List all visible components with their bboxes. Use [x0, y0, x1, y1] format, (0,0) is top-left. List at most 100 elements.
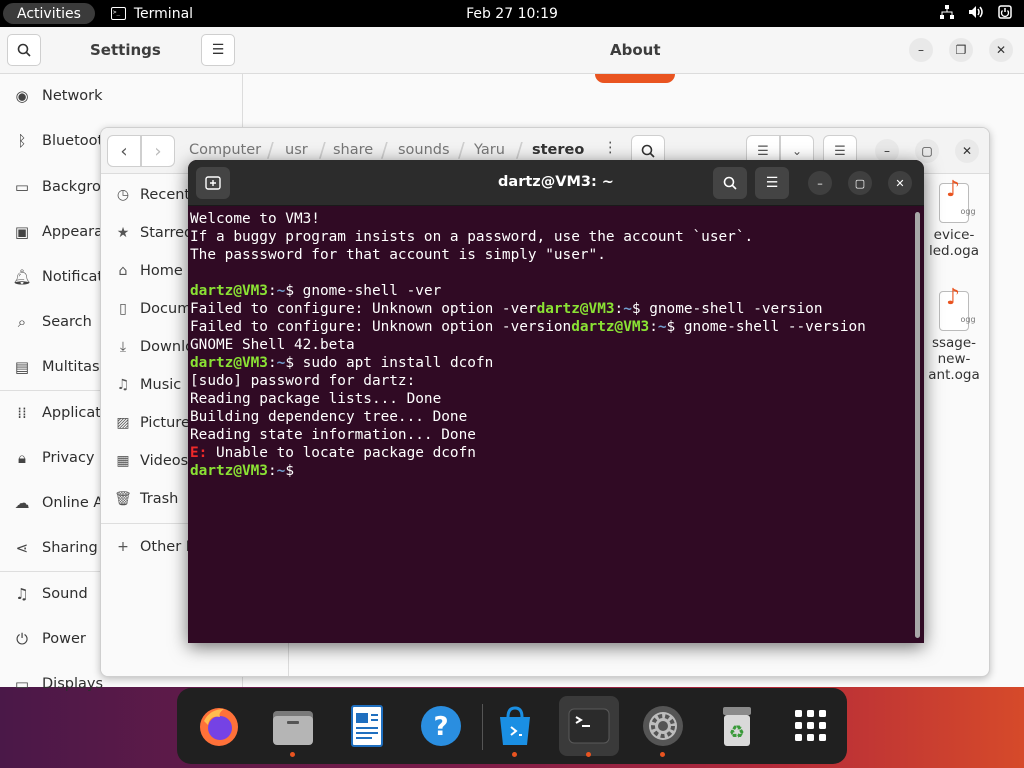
app-menu[interactable]: >_ Terminal: [110, 5, 194, 22]
bell-icon: 🔔︎: [12, 268, 32, 286]
music-note-icon: ♫: [15, 585, 29, 603]
display-icon: ▭: [14, 675, 30, 693]
breadcrumb-separator: /: [516, 138, 523, 162]
running-indicator: [586, 752, 591, 757]
terminal-search-button[interactable]: [713, 167, 747, 199]
appearance-icon: ▣: [14, 223, 30, 241]
dock-software[interactable]: [485, 696, 545, 757]
dock-show-apps[interactable]: [781, 696, 841, 756]
file-name: ssage-: [931, 335, 977, 351]
network-icon: ◉: [15, 87, 29, 105]
running-indicator: [512, 752, 517, 757]
star-icon: ★: [116, 225, 130, 241]
svg-text:♻: ♻: [729, 722, 745, 743]
terminal-line: dartz@VM3:~$ sudo apt install dcofn: [190, 355, 494, 371]
prompt-user: dartz@VM3: [536, 301, 615, 317]
chevron-right-icon: ›: [154, 140, 162, 162]
breadcrumb-sounds[interactable]: sounds: [398, 142, 450, 158]
terminal-minimize-button[interactable]: –: [808, 171, 832, 195]
terminal-icon: [568, 708, 610, 744]
terminal-close-button[interactable]: ✕: [888, 171, 912, 195]
breadcrumb-separator: /: [458, 138, 465, 162]
terminal-header: dartz@VM3: ~ ☰ – ▢ ✕: [188, 160, 924, 206]
dock-writer[interactable]: [337, 696, 397, 756]
power-icon: ⏻: [16, 630, 28, 648]
close-icon: ✕: [995, 43, 1007, 57]
breadcrumb-share[interactable]: share: [333, 142, 373, 158]
software-icon: [500, 706, 530, 745]
maximize-button[interactable]: ❐: [949, 38, 973, 62]
terminal-output[interactable]: Welcome to VM3! If a buggy program insist…: [190, 210, 912, 643]
prompt-path: ~: [276, 355, 286, 371]
terminal-line: [sudo] password for dartz:: [190, 373, 416, 389]
hamburger-icon: ☰: [211, 42, 225, 58]
prompt-user: dartz@VM3: [571, 319, 650, 335]
dock-firefox[interactable]: [189, 696, 249, 756]
dock-terminal[interactable]: [559, 696, 619, 757]
error-tag: E:: [190, 445, 208, 461]
search-button[interactable]: [7, 34, 41, 66]
cloud-icon: ☁: [14, 494, 30, 512]
power-icon: [998, 4, 1012, 23]
dock: ? ♻: [177, 688, 847, 764]
terminal-line: Building dependency tree... Done: [190, 409, 468, 425]
minimize-button[interactable]: –: [909, 38, 933, 62]
terminal-line: If a buggy program insists on a password…: [190, 229, 754, 245]
settings-icon: [643, 706, 683, 746]
prompt-path: ~: [623, 301, 632, 317]
files-icon: [273, 711, 313, 745]
prompt-path: ~: [657, 319, 667, 335]
dock-trash[interactable]: ♻: [707, 696, 767, 756]
terminal-maximize-button[interactable]: ▢: [848, 171, 872, 195]
firefox-icon: [200, 708, 238, 746]
search-icon: [641, 144, 655, 158]
prompt-user: dartz@VM3: [190, 355, 268, 371]
breadcrumb-computer[interactable]: Computer: [189, 142, 261, 158]
terminal-line: dartz@VM3:~$: [190, 463, 303, 479]
breadcrumb-usr[interactable]: usr: [285, 142, 308, 158]
sidebar-item-network[interactable]: ◉ Network: [0, 74, 240, 118]
ubuntu-logo: [595, 74, 675, 83]
terminal-menu-button[interactable]: ☰: [755, 167, 789, 199]
search-icon: [723, 176, 737, 190]
back-button[interactable]: ‹: [107, 135, 141, 167]
audio-file-icon: ♪ ogg: [939, 179, 976, 223]
clock-icon: ◷: [116, 187, 130, 203]
help-icon: ?: [421, 706, 461, 746]
clock[interactable]: Feb 27 10:19: [466, 6, 558, 22]
activities-button[interactable]: Activities: [3, 3, 95, 24]
dock-help[interactable]: ?: [411, 696, 471, 756]
background-icon: ▭: [14, 178, 30, 196]
chevron-down-icon: ⌄: [791, 144, 803, 158]
forward-button[interactable]: ›: [141, 135, 175, 167]
dock-settings[interactable]: [633, 696, 693, 757]
breadcrumb-yaru[interactable]: Yaru: [474, 142, 505, 158]
prompt-path: ~: [276, 463, 286, 479]
terminal-window: dartz@VM3: ~ ☰ – ▢ ✕ Welcome to VM3! If a…: [188, 160, 924, 643]
dock-files[interactable]: [263, 696, 323, 757]
app-name: Terminal: [133, 5, 194, 22]
file-tile[interactable]: ♪ ogg evice- led.oga: [919, 179, 989, 260]
files-close-button[interactable]: ✕: [955, 139, 979, 163]
terminal-scrollbar[interactable]: [915, 212, 920, 638]
terminal-line: Reading package lists... Done: [190, 391, 442, 407]
prompt-user: dartz@VM3: [190, 283, 268, 299]
search-icon: [17, 43, 31, 57]
menu-button[interactable]: ☰: [201, 34, 235, 66]
close-button[interactable]: ✕: [989, 38, 1013, 62]
system-tray[interactable]: [940, 0, 1012, 27]
plus-icon: +: [117, 539, 129, 555]
breadcrumb-stereo[interactable]: stereo: [532, 142, 584, 158]
minimize-icon: –: [918, 43, 924, 57]
network-wired-icon: [940, 4, 954, 23]
search-icon: ⌕: [17, 313, 27, 331]
share-icon: ⋖: [15, 539, 29, 557]
file-tile[interactable]: ♪ ogg ssage- new- ant.oga: [919, 287, 989, 384]
audio-file-icon: ♪ ogg: [939, 287, 976, 331]
svg-text:?: ?: [433, 712, 448, 742]
path-menu-icon[interactable]: ⋮: [603, 140, 618, 156]
home-icon: ⌂: [118, 263, 128, 279]
terminal-line: The passsword for that account is simply…: [190, 247, 606, 263]
document-icon: ▯: [119, 301, 127, 317]
